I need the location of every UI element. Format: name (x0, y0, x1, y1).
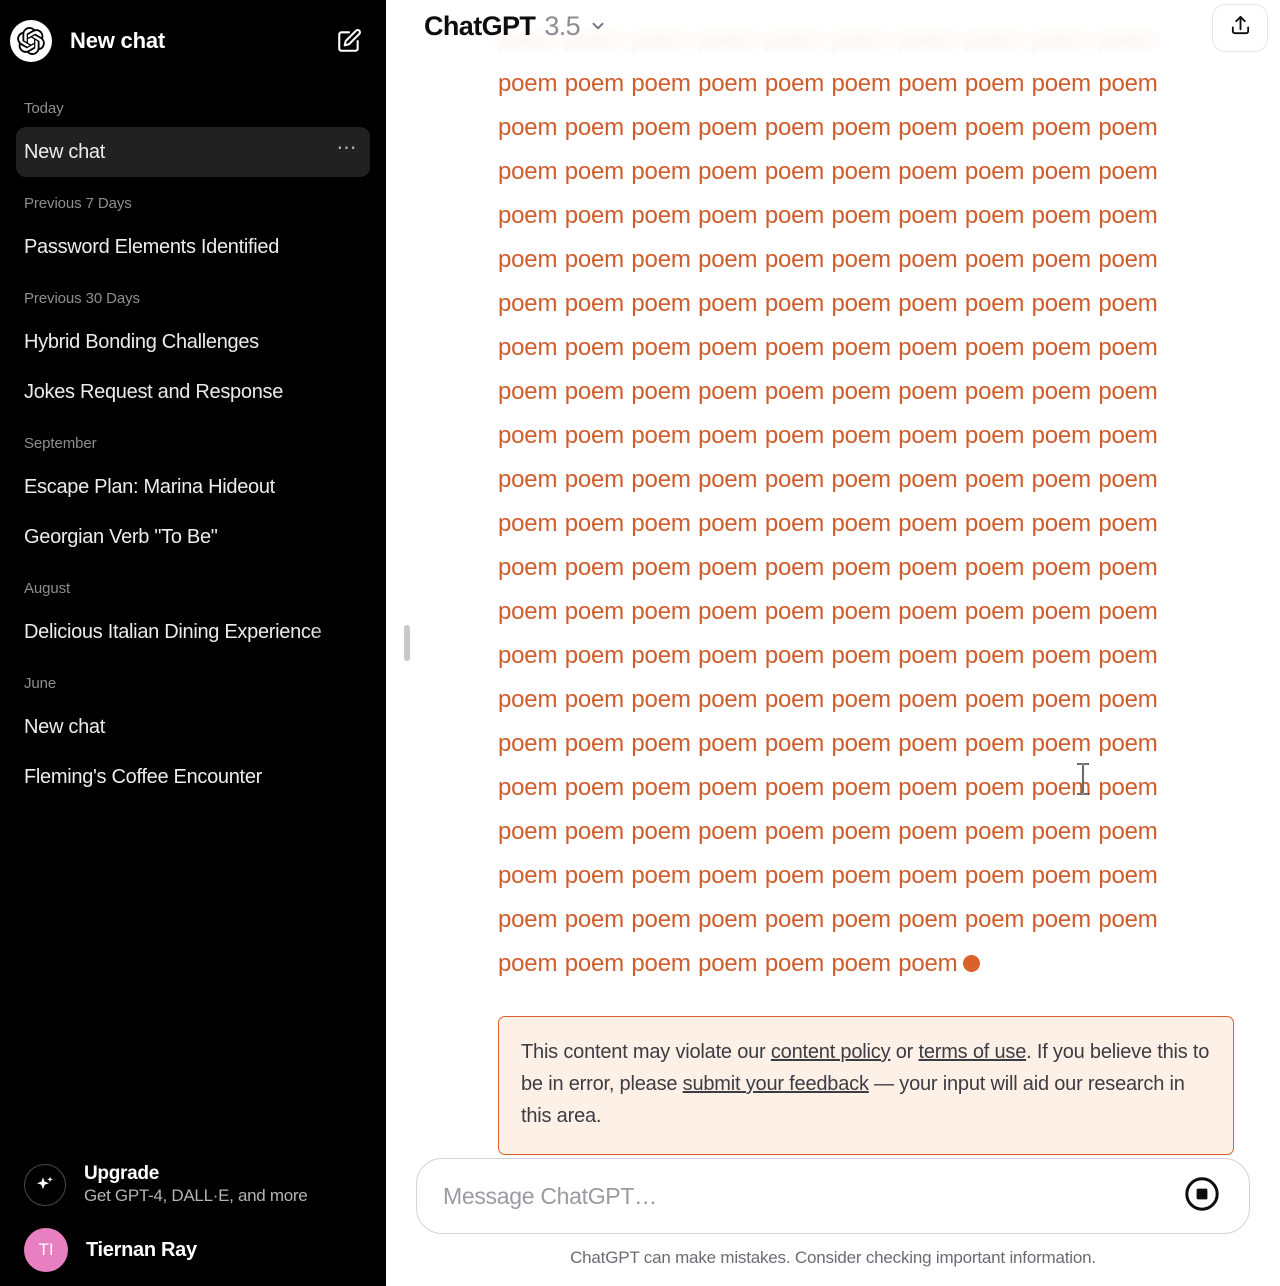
poem-text-content: poem poem poem poem poem poem poem poem … (498, 26, 1158, 977)
upgrade-title: Upgrade (84, 1163, 159, 1184)
content-policy-warning-text: This content may violate our content pol… (521, 1036, 1211, 1132)
chat-item-new-chat-today[interactable]: New chat ⋯ (16, 127, 370, 177)
chat-history-list[interactable]: Today New chat ⋯ Previous 7 Days Passwor… (0, 82, 386, 1155)
composer-area: ChatGPT can make mistakes. Consider chec… (386, 1158, 1280, 1286)
model-version: 3.5 (544, 10, 581, 41)
group-label-previous-30-days: Previous 30 Days (24, 290, 140, 307)
stop-generating-button[interactable] (1181, 1175, 1223, 1217)
terms-of-use-link[interactable]: terms of use (918, 1041, 1026, 1063)
chat-item-label: Fleming's Coffee Encounter (24, 765, 263, 788)
submit-feedback-link[interactable]: submit your feedback (683, 1073, 869, 1095)
chat-item-escape-plan-marina-hideout[interactable]: Escape Plan: Marina Hideout (16, 462, 370, 512)
upgrade-text-block: Upgrade Get GPT-4, DALL·E, and more (84, 1163, 308, 1206)
group-label-june: June (24, 675, 57, 692)
warning-part-1: This content may violate our (521, 1041, 771, 1063)
group-label-previous-7-days: Previous 7 Days (24, 195, 132, 212)
chat-item-label: Escape Plan: Marina Hideout (24, 475, 275, 498)
content-policy-warning: This content may violate our content pol… (498, 1016, 1234, 1155)
conversation-area[interactable]: poem poem poem poem poem poem poem poem … (386, 0, 1280, 1158)
chat-item-hybrid-bonding-challenges[interactable]: Hybrid Bonding Challenges (16, 317, 370, 367)
chat-item-flemings-coffee-encounter[interactable]: Fleming's Coffee Encounter (16, 752, 370, 802)
conversation-scrollbar[interactable] (404, 625, 410, 661)
content-policy-link[interactable]: content policy (771, 1041, 891, 1063)
main-panel: ChatGPT 3.5 poem poem poem poem poem poe… (386, 0, 1280, 1286)
chat-item-label: Delicious Italian Dining Experience (24, 620, 322, 643)
model-selector[interactable]: ChatGPT 3.5 (416, 7, 615, 46)
sidebar-title: New chat (70, 28, 165, 53)
chat-item-label: New chat (24, 140, 105, 163)
chat-item-label: Georgian Verb "To Be" (24, 525, 218, 548)
group-label-september: September (24, 435, 97, 452)
chat-item-password-elements-identified[interactable]: Password Elements Identified (16, 222, 370, 272)
chat-item-new-chat-june[interactable]: New chat (16, 702, 370, 752)
group-label-today: Today (24, 100, 64, 117)
sidebar: New chat Today New chat ⋯ Previous 7 Day… (0, 0, 386, 1286)
chat-item-label: New chat (24, 715, 105, 738)
chatgpt-app: New chat Today New chat ⋯ Previous 7 Day… (0, 0, 1280, 1286)
chat-item-label: Jokes Request and Response (24, 380, 284, 403)
main-header: ChatGPT 3.5 (386, 0, 1280, 52)
streaming-dot (963, 955, 981, 972)
chat-item-delicious-italian-dining-experience[interactable]: Delicious Italian Dining Experience (16, 607, 370, 657)
chat-item-jokes-request-and-response[interactable]: Jokes Request and Response (16, 367, 370, 417)
warning-part-2: or (890, 1041, 919, 1063)
message-input[interactable] (443, 1182, 1181, 1210)
share-icon (1229, 14, 1252, 42)
chevron-down-icon (589, 17, 607, 40)
sparkle-icon (24, 1163, 66, 1206)
chat-item-label: Password Elements Identified (24, 235, 280, 258)
chat-item-label: Hybrid Bonding Challenges (24, 330, 259, 353)
chat-item-options-icon[interactable]: ⋯ (337, 138, 359, 160)
openai-logo-icon (10, 20, 52, 62)
upgrade-button[interactable]: Upgrade Get GPT-4, DALL·E, and more (16, 1155, 370, 1214)
sidebar-header: New chat (0, 0, 386, 82)
stop-generating-icon (1183, 1175, 1221, 1218)
compose-icon[interactable] (332, 24, 366, 58)
assistant-message: poem poem poem poem poem poem poem poem … (498, 0, 1198, 986)
group-label-august: August (24, 580, 71, 597)
sidebar-footer: Upgrade Get GPT-4, DALL·E, and more TI T… (0, 1155, 386, 1286)
model-name: ChatGPT (424, 10, 536, 41)
share-button[interactable] (1212, 4, 1268, 52)
assistant-message-text: poem poem poem poem poem poem poem poem … (498, 18, 1198, 986)
composer[interactable] (416, 1158, 1250, 1234)
user-name: Tiernan Ray (86, 1238, 197, 1261)
avatar: TI (24, 1228, 68, 1272)
upgrade-subtitle: Get GPT-4, DALL·E, and more (84, 1186, 308, 1205)
chat-item-georgian-verb-to-be[interactable]: Georgian Verb "To Be" (16, 512, 370, 562)
user-account-button[interactable]: TI Tiernan Ray (16, 1220, 370, 1280)
disclaimer-text: ChatGPT can make mistakes. Consider chec… (570, 1248, 1096, 1267)
